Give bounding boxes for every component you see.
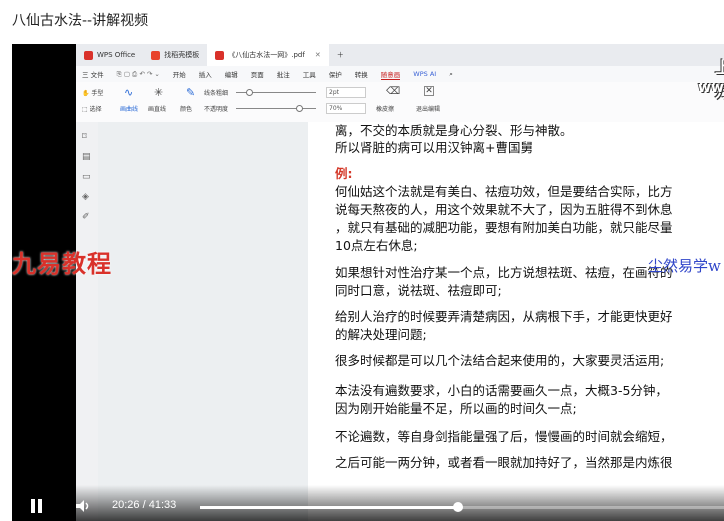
menu-freehand[interactable]: 随意画 [380, 69, 401, 80]
new-tab-button[interactable]: ＋ [329, 44, 352, 66]
pdf-icon [215, 50, 225, 60]
bookmark-icon[interactable]: ⌑ [82, 132, 92, 142]
doc-line: 的解决处理问题; [335, 327, 427, 342]
current-time: 20:26 [112, 499, 140, 511]
doc-line: 所以肾脏的病可以用汉钟离+曹国舅 [335, 140, 533, 155]
eraser-icon: ⌫ [386, 86, 401, 97]
tab-wps-office[interactable]: WPS Office [76, 44, 143, 66]
progress-fill [200, 506, 458, 509]
opacity-label: 不透明度 [204, 106, 229, 113]
watermark-blue: 尘然易学w [648, 257, 721, 275]
watermark-top-right-url: www [698, 80, 724, 96]
quick-tools-icon[interactable]: ⎘ ▢ ⎙ ↶ ↷ ⌄ [117, 70, 160, 79]
doc-line: 之后可能一两分钟，或者看一眼就加持好了，当然那是内炼很 [335, 455, 673, 470]
menu-tools[interactable]: 工具 [303, 69, 316, 79]
tab-templates[interactable]: 找稻壳模板 [143, 44, 207, 66]
opacity-slider[interactable] [236, 108, 316, 109]
duration: 41:33 [148, 499, 177, 511]
hand-tool-button[interactable]: ✋ 手型 [82, 88, 103, 97]
close-icon[interactable]: ✕ [315, 51, 321, 59]
doc-line: 离，不交的本质就是身心分裂、形与神散。 [335, 123, 573, 138]
menu-home[interactable]: 开始 [173, 69, 186, 79]
progress-thumb[interactable] [452, 502, 463, 512]
progress-bar[interactable] [200, 502, 724, 512]
wps-logo-icon [84, 50, 93, 60]
wps-tab-bar: WPS Office 找稻壳模板 《八仙古水法一网》.pdf ✕ ＋ [76, 44, 724, 66]
doc-line: 本法没有遍数要求，小白的话需要画久一点，大概3-5分钟， [335, 383, 668, 398]
page-title: 八仙古水法--讲解视频 [12, 13, 149, 29]
document-margin [98, 122, 308, 521]
tab-pdf-document[interactable]: 《八仙古水法一网》.pdf ✕ [207, 44, 329, 66]
doc-line: 何仙姑这个法就是有美白、祛痘功效，但是要结合实际，比方 [335, 184, 673, 199]
menu-annotate[interactable]: 批注 [277, 69, 290, 79]
exit-edit-icon: ✕ [424, 86, 434, 96]
tag-icon[interactable]: ◈ [82, 192, 92, 202]
draw-line-button[interactable]: 画直线 [148, 104, 166, 113]
video-player[interactable]: WPS Office 找稻壳模板 《八仙古水法一网》.pdf ✕ ＋ 三 文件 ⎘… [12, 44, 724, 521]
draw-curve-button[interactable]: 画曲线 [120, 104, 138, 113]
opacity-slider-knob[interactable] [296, 105, 303, 112]
menu-convert[interactable]: 转换 [355, 69, 368, 79]
watermark-left: 九易教程 [12, 249, 112, 278]
template-icon [151, 50, 161, 60]
curve-icon: ∿ [124, 86, 134, 99]
doc-line: 给别人治疗的时候要弄清楚病因，从病根下手，才能更快更好 [335, 309, 673, 324]
doc-line: 不论遍数，等自身剑指能量强了后，慢慢画的时间就会缩短， [335, 429, 673, 444]
thickness-label: 线条粗细 [204, 90, 229, 97]
doc-heading-example: 例: [335, 166, 353, 181]
doc-line: 很多时候都是可以几个法结合起来使用的，大家要灵活运用; [335, 353, 665, 368]
pen-icon[interactable]: ✐ [82, 212, 92, 222]
doc-line: ，就只有基础的减肥功能，要想有附加美白功能，就只能尽量 [335, 220, 673, 235]
ribbon-toolbar: ✋ 手型 ⬚ 选择 ∿ 画曲线 ✳ 画直线 ✎ 颜色 不透明度 线条粗细 2pt… [76, 82, 724, 123]
volume-icon [76, 500, 89, 512]
thickness-slider-knob[interactable] [246, 89, 253, 96]
time-display: 20:26 / 41:33 [112, 499, 177, 511]
volume-button[interactable] [74, 497, 92, 515]
thickness-select[interactable]: 2pt [326, 87, 366, 98]
pause-button[interactable] [29, 499, 43, 513]
wps-menu-bar: 三 文件 ⎘ ▢ ⎙ ↶ ↷ ⌄ 开始 插入 编辑 页面 批注 工具 保护 转换… [76, 66, 724, 82]
menu-page[interactable]: 页面 [251, 69, 264, 79]
select-tool-button[interactable]: ⬚ 选择 [82, 104, 102, 113]
exit-edit-button[interactable]: 退出编辑 [416, 104, 440, 113]
eraser-button[interactable]: 橡皮擦 [376, 104, 394, 113]
doc-line: 因为刚开始能量不足，所以画的时间久一点; [335, 401, 577, 416]
pause-bar [31, 499, 35, 513]
search-icon[interactable]: ⌕ [449, 70, 453, 79]
menu-edit[interactable]: 编辑 [225, 69, 238, 79]
menu-file[interactable]: 三 文件 [82, 69, 104, 79]
pause-bar [38, 499, 42, 513]
pen-color-icon: ✎ [186, 86, 196, 99]
opacity-select[interactable]: 70% [326, 103, 366, 114]
menu-insert[interactable]: 插入 [199, 69, 212, 79]
doc-line: 10点左右休息; [335, 238, 418, 253]
video-frame: WPS Office 找稻壳模板 《八仙古水法一网》.pdf ✕ ＋ 三 文件 ⎘… [76, 44, 724, 521]
line-icon: ✳ [154, 86, 164, 99]
doc-line: 同时口意，说祛斑、祛痘即可; [335, 283, 502, 298]
color-button[interactable]: 颜色 [180, 104, 192, 113]
thumbnail-icon[interactable]: ▤ [82, 152, 92, 162]
menu-protect[interactable]: 保护 [329, 69, 342, 79]
doc-line: 说每天熬夜的人，用这个效果就不大了，因为五脏得不到休息 [335, 202, 673, 217]
menu-wps-ai[interactable]: WPS AI [413, 70, 436, 78]
comment-icon[interactable]: ▭ [82, 172, 92, 182]
left-sidebar: ⌑ ▤ ▭ ◈ ✐ [76, 122, 99, 521]
pdf-page: 离，不交的本质就是身心分裂、形与神散。 所以肾脏的病可以用汉钟离+曹国舅 例: … [308, 122, 724, 521]
